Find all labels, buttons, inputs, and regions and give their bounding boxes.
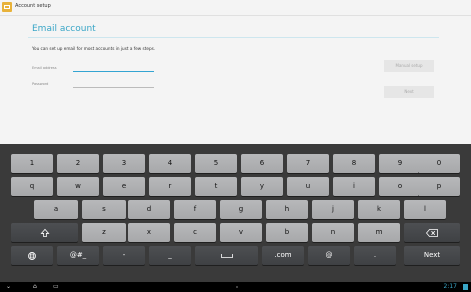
key-period[interactable]: . [354, 246, 396, 265]
key-g[interactable]: g [220, 200, 262, 219]
backspace-key[interactable] [404, 223, 460, 242]
account-setup-form: Email account You can set up email for m… [0, 16, 471, 144]
heading-divider [28, 37, 439, 38]
key-0[interactable]: 0 [418, 154, 460, 173]
next-button[interactable]: Next [384, 86, 434, 98]
key-x[interactable]: x [128, 223, 170, 242]
key-u[interactable]: u [287, 177, 329, 196]
key-3[interactable]: 3 [103, 154, 145, 173]
shift-icon [40, 228, 49, 237]
key-j[interactable]: j [312, 200, 354, 219]
key-n[interactable]: n [312, 223, 354, 242]
on-screen-keyboard: 1 2 3 4 5 6 7 8 9 0 q w e r t y u i o p … [0, 144, 471, 282]
menu-dot-icon [236, 286, 238, 288]
home-icon[interactable]: ⌂ [33, 283, 37, 291]
key-a[interactable]: a [34, 200, 78, 219]
keyboard-next-key[interactable]: Next [404, 246, 460, 265]
dotcom-key[interactable]: .com [262, 246, 304, 265]
key-e[interactable]: e [103, 177, 145, 196]
keyboard-row-numbers: 1 2 3 4 5 6 7 8 9 0 [0, 154, 471, 173]
key-l[interactable]: l [404, 200, 446, 219]
key-v[interactable]: v [220, 223, 262, 242]
email-field[interactable] [73, 61, 154, 72]
key-5[interactable]: 5 [195, 154, 237, 173]
key-k[interactable]: k [358, 200, 400, 219]
symbols-key[interactable]: @#_ [57, 246, 99, 265]
recent-apps-icon[interactable]: ▭ [53, 283, 59, 291]
key-s[interactable]: s [82, 200, 126, 219]
page-title: Email account [32, 24, 96, 34]
key-o[interactable]: o [379, 177, 421, 196]
intro-text: You can set up email for most accounts i… [32, 46, 156, 51]
key-h[interactable]: h [266, 200, 308, 219]
keyboard-row-asdf: a s d f g h j k l [0, 200, 471, 219]
keyboard-row-qwerty: q w e r t y u i o p [0, 177, 471, 196]
keyboard-row-bottom: @#_ - _ .com @ . Next [0, 246, 471, 265]
email-label: Email address [32, 66, 57, 70]
globe-icon [28, 251, 36, 260]
key-1[interactable]: 1 [11, 154, 53, 173]
key-8[interactable]: 8 [333, 154, 375, 173]
password-field[interactable] [73, 77, 154, 88]
key-q[interactable]: q [11, 177, 53, 196]
key-w[interactable]: w [57, 177, 99, 196]
key-z[interactable]: z [82, 223, 126, 242]
key-7[interactable]: 7 [287, 154, 329, 173]
key-2[interactable]: 2 [57, 154, 99, 173]
title-bar: Account setup [0, 0, 471, 16]
key-4[interactable]: 4 [149, 154, 191, 173]
key-y[interactable]: y [241, 177, 283, 196]
back-icon[interactable]: ⌄ [6, 283, 11, 291]
battery-icon [463, 284, 468, 290]
key-c[interactable]: c [174, 223, 216, 242]
key-m[interactable]: m [358, 223, 400, 242]
key-t[interactable]: t [195, 177, 237, 196]
key-p[interactable]: p [418, 177, 460, 196]
backspace-icon [426, 228, 438, 237]
key-hyphen[interactable]: - [103, 246, 145, 265]
system-navigation-bar: ⌄ ⌂ ▭ 2:17 [0, 282, 471, 292]
shift-key[interactable] [11, 223, 78, 242]
key-i[interactable]: i [333, 177, 375, 196]
manual-setup-button[interactable]: Manual setup [384, 60, 434, 72]
status-clock: 2:17 [443, 283, 457, 290]
key-r[interactable]: r [149, 177, 191, 196]
window-title: Account setup [15, 3, 51, 9]
password-label: Password [32, 82, 49, 86]
keyboard-row-zxcv: z x c v b n m [0, 223, 471, 242]
key-b[interactable]: b [266, 223, 308, 242]
language-key[interactable] [11, 246, 53, 265]
key-at[interactable]: @ [308, 246, 350, 265]
key-6[interactable]: 6 [241, 154, 283, 173]
space-key[interactable] [195, 246, 258, 265]
key-d[interactable]: d [128, 200, 170, 219]
key-f[interactable]: f [174, 200, 216, 219]
space-icon [220, 253, 233, 258]
email-app-icon [2, 2, 12, 12]
key-underscore[interactable]: _ [149, 246, 191, 265]
key-9[interactable]: 9 [379, 154, 421, 173]
